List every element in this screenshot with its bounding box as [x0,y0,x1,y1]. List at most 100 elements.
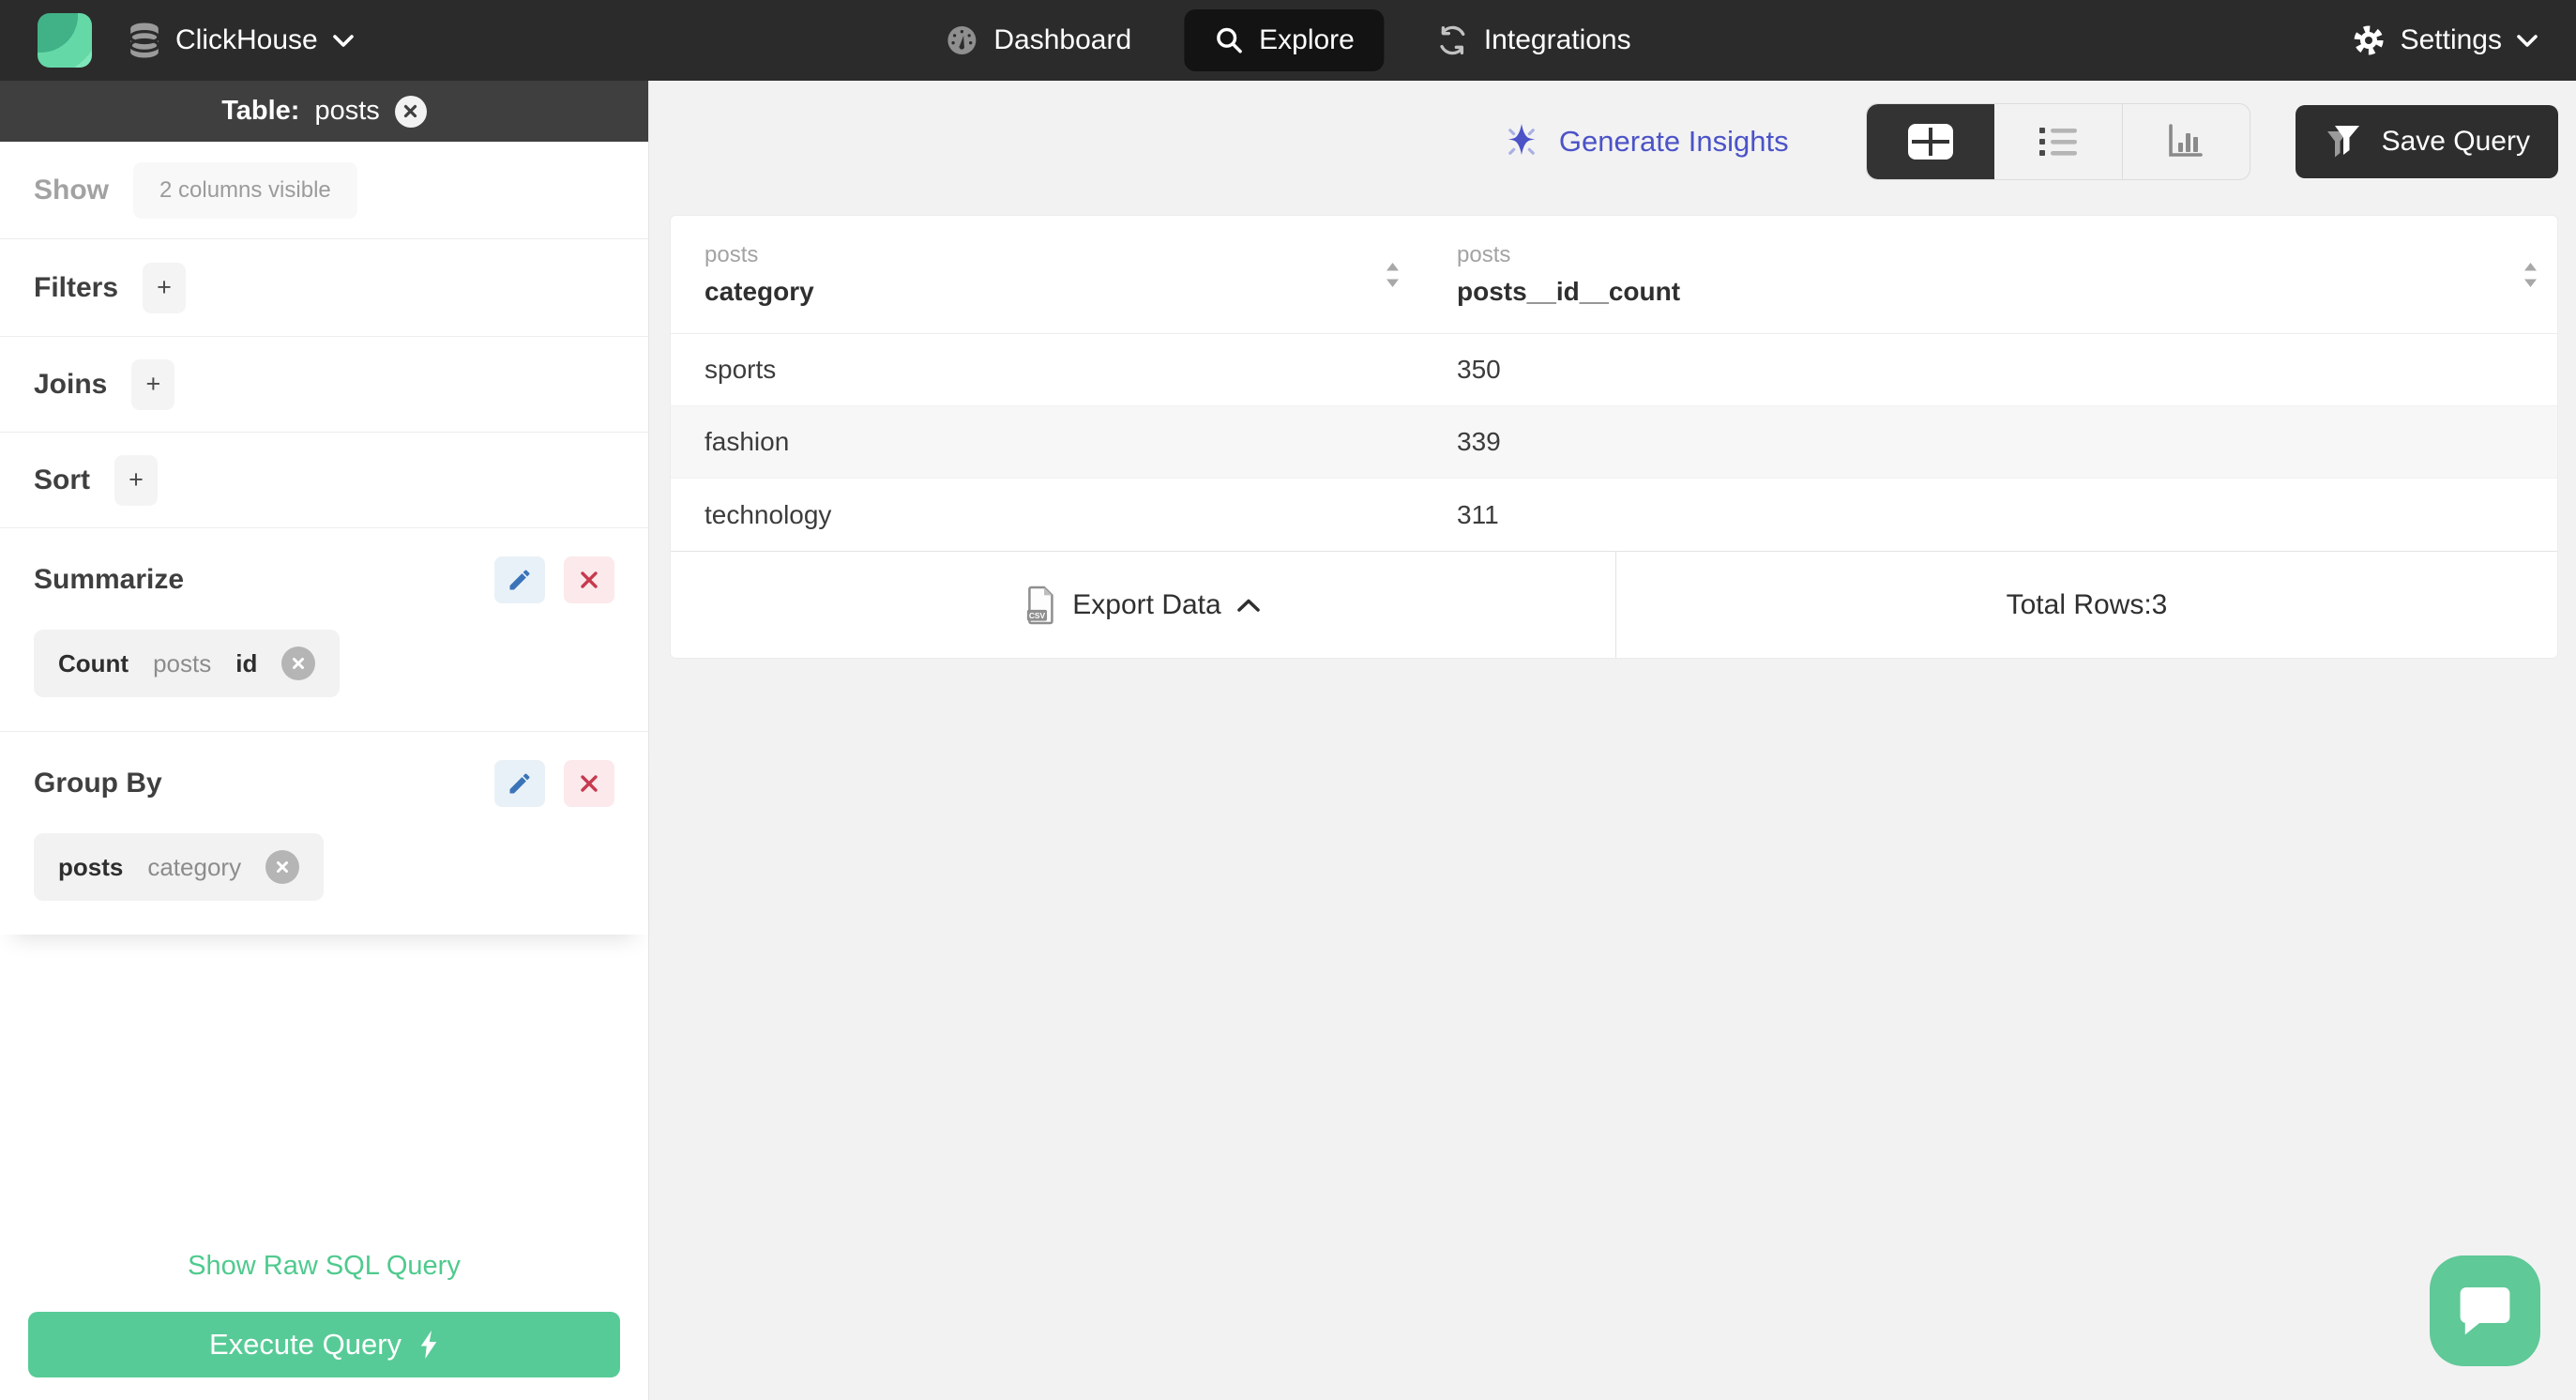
add-join-button[interactable]: + [131,358,175,410]
sort-icon[interactable] [1385,262,1401,288]
app-logo[interactable] [38,13,92,68]
show-section: Show 2 columns visible [0,142,648,239]
table-header-row: posts category posts posts__id__count [671,216,2557,334]
table-row: sports 350 [671,334,2557,406]
cell-count: 311 [1457,499,1499,529]
x-icon [579,570,599,590]
view-mode-list[interactable] [1994,104,2122,179]
funnel-icon [2324,123,2365,160]
gauge-icon [945,23,978,57]
nav-item-explore[interactable]: Explore [1184,9,1385,71]
column-header-category[interactable]: posts category [671,242,1457,307]
total-rows-label: Total Rows:3 [2006,588,2168,620]
view-mode-switcher [1865,103,2250,180]
sort-icon[interactable] [2523,262,2538,288]
datasource-name: ClickHouse [175,24,318,55]
nav-label: Dashboard [993,24,1132,55]
table-header-bar: Table: posts [0,81,648,142]
close-icon [276,860,289,874]
execute-query-button[interactable]: Execute Query [28,1312,620,1377]
chat-widget-button[interactable] [2430,1255,2540,1366]
results-table: posts category posts posts__id__count sp… [670,215,2558,659]
table-label-prefix: Table: [221,96,300,126]
chip-column: category [147,852,242,881]
chip-aggregate: Count [58,648,129,677]
edit-group-by-button[interactable] [494,760,545,807]
app-root: ClickHouse Dashboard Explore Integration… [0,0,2576,1400]
nav-item-dashboard[interactable]: Dashboard [935,8,1141,72]
csv-file-icon: CSV [1025,586,1057,625]
column-name-label: category [705,277,814,306]
summarize-chip: Count posts id [34,630,341,697]
group-by-chip: posts category [34,833,325,901]
filters-section: Filters + [0,239,648,337]
column-header-count[interactable]: posts posts__id__count [1457,242,2557,307]
sidebar-footer: Show Raw SQL Query Execute Query [28,1251,620,1377]
show-label: Show [34,174,109,205]
table-row: technology 311 [671,479,2557,551]
show-raw-sql-link[interactable]: Show Raw SQL Query [188,1251,461,1282]
svg-text:CSV: CSV [1029,611,1046,620]
add-sort-button[interactable]: + [114,454,158,506]
sort-section: Sort + [0,433,648,528]
execute-query-label: Execute Query [208,1328,402,1361]
generate-insights-button[interactable]: Generate Insights [1501,121,1789,162]
table-row: fashion 339 [671,406,2557,479]
chip-table: posts [153,648,212,677]
remove-chip-button[interactable] [281,647,316,680]
brand-area: ClickHouse [38,13,355,68]
cell-category: technology [705,499,832,529]
close-icon [292,657,305,670]
lightning-icon [418,1331,439,1359]
chevron-down-icon [332,34,355,48]
pencil-icon [507,770,533,797]
settings-menu[interactable]: Settings [2351,23,2538,58]
top-nav: ClickHouse Dashboard Explore Integration… [0,0,2576,81]
column-name-label: posts__id__count [1457,277,1681,306]
query-builder-sidebar: Table: posts Show 2 columns visible Filt… [0,81,649,1400]
export-data-button[interactable]: CSV Export Data [671,552,1616,658]
database-icon [128,22,161,59]
pencil-icon [507,567,533,593]
chat-icon [2455,1284,2515,1338]
export-data-label: Export Data [1072,588,1221,620]
column-group-label: posts [1457,242,1511,267]
add-filter-button[interactable]: + [143,262,187,313]
generate-insights-label: Generate Insights [1558,125,1789,158]
close-table-button[interactable] [394,95,427,128]
group-by-section: Group By posts category [0,732,648,935]
table-name: posts [314,96,380,126]
remove-chip-button[interactable] [265,850,300,884]
datasource-selector[interactable]: ClickHouse [128,22,355,59]
remove-summarize-button[interactable] [564,556,614,603]
chevron-up-icon [1236,598,1261,613]
cell-count: 350 [1457,355,1501,384]
view-mode-table[interactable] [1866,104,1994,179]
x-icon [579,773,599,794]
remove-group-by-button[interactable] [564,760,614,807]
group-by-title: Group By [34,768,162,799]
view-mode-chart[interactable] [2121,104,2250,179]
columns-visible-button[interactable]: 2 columns visible [133,161,357,219]
nav-label: Explore [1259,24,1355,55]
edit-summarize-button[interactable] [494,556,545,603]
sort-label: Sort [34,464,90,495]
search-icon [1214,25,1244,55]
nav-label: Integrations [1483,24,1631,55]
summarize-title: Summarize [34,564,185,595]
gear-icon [2351,23,2387,58]
nav-item-integrations[interactable]: Integrations [1428,9,1641,71]
chevron-down-icon [2516,34,2538,48]
chip-column: id [235,648,258,677]
joins-label: Joins [34,368,108,400]
save-query-button[interactable]: Save Query [2295,105,2558,178]
list-view-icon [2038,125,2079,159]
results-area: Generate Insights Save Query posts categ… [649,81,2576,1400]
summarize-section: Summarize Count posts id [0,528,648,732]
save-query-label: Save Query [2381,126,2530,157]
sparkle-icon [1501,121,1542,162]
sync-icon [1437,25,1469,55]
table-footer: CSV Export Data Total Rows:3 [671,551,2557,658]
primary-nav: Dashboard Explore Integrations [935,0,1640,81]
cell-category: sports [705,355,777,384]
